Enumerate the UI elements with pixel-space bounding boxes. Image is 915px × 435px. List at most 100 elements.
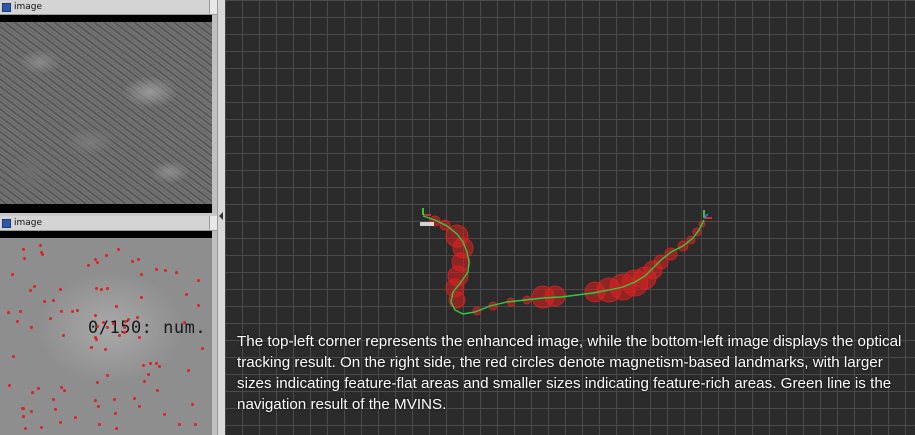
panel-scroll-handle[interactable] [209,0,217,14]
feature-point [118,334,121,337]
optical-tracking-image: 0/150: num. [0,238,212,435]
feature-point [33,285,36,288]
feature-point [95,287,98,290]
feature-point [164,269,167,272]
feature-point [183,321,186,324]
feature-point [22,415,25,418]
feature-point [22,248,25,251]
feature-point [40,426,43,429]
feature-point [39,244,42,247]
feature-point [117,248,120,251]
panel-title-bar[interactable]: image [0,216,217,231]
feature-point [115,305,118,308]
feature-point [156,389,159,392]
feature-point [106,374,109,377]
feature-point [102,321,105,324]
feature-point [52,398,55,401]
feature-point [71,310,74,313]
feature-point [16,320,19,323]
feature-point [94,399,97,402]
feature-point [11,273,14,276]
feature-point [149,362,152,365]
feature-point [60,310,63,313]
feature-point [30,326,33,329]
feature-point [138,336,141,339]
feature-point [137,258,140,261]
feature-point [96,381,99,384]
feature-point [96,261,99,264]
feature-point [187,369,190,372]
feature-point [155,268,158,271]
3d-viewport[interactable]: The top-left corner represents the enhan… [225,0,915,435]
feature-point [87,264,90,267]
feature-point [155,362,158,365]
end-axes-marker [703,210,712,219]
feature-point [12,355,15,358]
feature-point [133,397,136,400]
feature-point [90,346,93,349]
enhanced-image [0,22,212,204]
feature-point [178,423,181,426]
feature-point [60,386,63,389]
feature-point [163,413,166,416]
feature-point [158,365,161,368]
feature-point [201,347,204,350]
feature-point [31,391,34,394]
feature-point [62,334,65,337]
feature-point [59,421,62,424]
feature-point [63,389,66,392]
feature-point [175,271,178,274]
feature-point [76,309,79,312]
feature-point [94,314,97,317]
feature-point [54,408,57,411]
feature-point [24,427,27,430]
feature-point [37,387,40,390]
feature-point [29,289,32,292]
feature-point [74,416,77,419]
figure-caption: The top-left corner represents the enhan… [237,333,902,413]
feature-point [138,405,141,408]
feature-point [185,293,188,296]
feature-point [106,287,109,290]
feature-point [113,398,116,401]
collapse-arrow-icon[interactable] [219,212,223,220]
feature-point [142,364,145,367]
landmark-circles [429,215,706,316]
feature-point [30,410,33,413]
image-border-top [0,15,212,22]
panel-scroll-handle[interactable] [209,216,217,230]
feature-point [40,251,43,254]
feature-point [197,279,200,282]
feature-point [94,258,97,261]
panel-title-bar[interactable]: image [0,0,217,15]
feature-point [115,427,118,430]
panel-title: image [14,2,43,12]
feature-point [106,326,109,329]
image-window-icon [2,3,11,12]
feature-point [123,331,126,334]
feature-point [21,407,24,410]
tracking-image-panel: image 0/150: num. [0,216,217,435]
feature-point [143,380,146,383]
left-column: image image 0/150: num. [0,0,217,435]
feature-point [197,304,200,307]
feature-point [191,403,194,406]
feature-point [140,273,143,276]
enhanced-image-panel: image [0,0,217,213]
image-border-top [0,231,212,238]
feature-point [49,317,52,320]
image-border-bottom [0,204,212,213]
feature-point [94,336,97,339]
feature-point [131,260,134,263]
feature-point [98,423,101,426]
panel-title: image [14,218,43,228]
feature-point [52,299,55,302]
feature-point [147,373,150,376]
feature-point [194,423,197,426]
feature-point [136,316,139,319]
feature-point [97,405,100,408]
feature-point [140,296,143,299]
feature-point [100,288,103,291]
image-window-icon [2,219,11,228]
feature-point [104,348,107,351]
